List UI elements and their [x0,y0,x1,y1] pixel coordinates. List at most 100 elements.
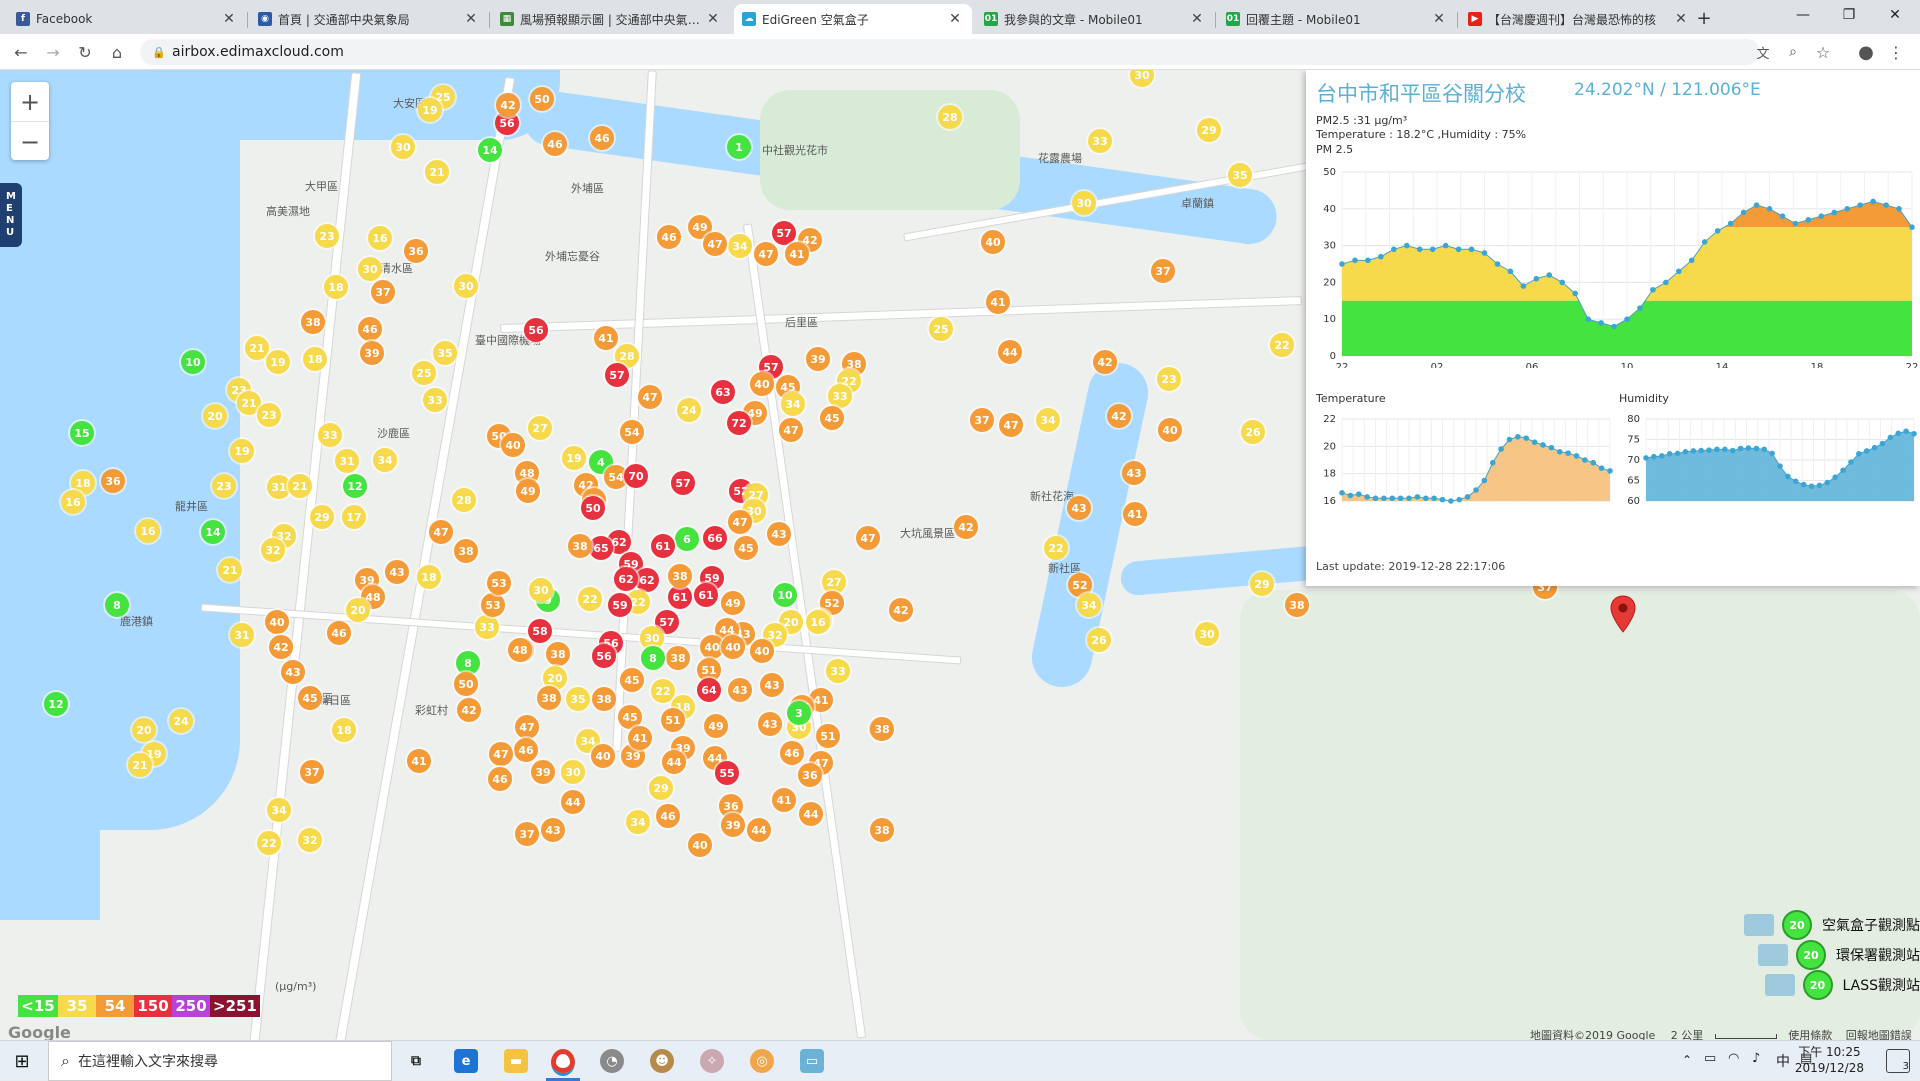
notification-center-icon[interactable]: 3 [1886,1049,1910,1073]
station-marker[interactable]: 28 [938,105,962,129]
app-character-icon[interactable]: ☻ [650,1049,674,1073]
station-marker[interactable]: 61 [694,583,718,607]
station-marker[interactable]: 47 [489,742,513,766]
station-marker[interactable]: 30 [561,760,585,784]
station-marker[interactable]: 44 [998,340,1022,364]
station-marker[interactable]: 34 [1077,593,1101,617]
station-marker[interactable]: 10 [181,350,205,374]
browser-tab[interactable]: f Facebook ✕ [8,4,246,34]
station-marker[interactable]: 66 [703,526,727,550]
station-marker[interactable]: 46 [543,132,567,156]
station-marker[interactable]: 42 [954,515,978,539]
station-marker[interactable]: 16 [368,226,392,250]
zoom-out-button[interactable]: − [11,122,49,161]
app-window-icon[interactable]: ▭ [800,1049,824,1073]
file-explorer-icon[interactable]: ▬ [504,1049,528,1073]
tab-close-icon[interactable]: ✕ [1430,11,1448,27]
input-method-indicator[interactable]: 中 [1776,1051,1790,1071]
station-marker[interactable]: 39 [721,813,745,837]
station-marker[interactable]: 29 [1250,572,1274,596]
bookmark-star-icon[interactable]: ☆ [1812,41,1834,63]
station-marker[interactable]: 34 [373,448,397,472]
station-marker[interactable]: 33 [423,388,447,412]
station-marker[interactable]: 44 [662,750,686,774]
station-marker[interactable]: 38 [301,310,325,334]
station-marker[interactable]: 29 [649,776,673,800]
address-bar[interactable]: 🔒 airbox.edimaxcloud.com [140,39,1760,65]
station-marker[interactable]: 18 [417,565,441,589]
station-marker[interactable]: 19 [266,350,290,374]
station-marker[interactable]: 45 [620,668,644,692]
station-marker[interactable]: 57 [671,471,695,495]
station-marker[interactable]: 62 [635,568,659,592]
station-marker[interactable]: 40 [1158,418,1182,442]
close-window-button[interactable]: ✕ [1872,0,1918,30]
station-marker[interactable]: 36 [101,469,125,493]
station-marker[interactable]: 24 [169,709,193,733]
station-marker[interactable]: 63 [711,380,735,404]
station-marker[interactable]: 47 [754,242,778,266]
browser-tab[interactable]: 01 我參與的文章 - Mobile01 ✕ [976,4,1214,34]
app-disc-icon[interactable]: ◔ [600,1049,624,1073]
station-marker[interactable]: 25 [929,317,953,341]
station-marker[interactable]: 37 [515,822,539,846]
station-marker[interactable]: 41 [772,788,796,812]
station-marker[interactable]: 18 [303,347,327,371]
station-marker[interactable]: 38 [870,818,894,842]
station-marker[interactable]: 61 [651,534,675,558]
station-marker[interactable]: 40 [981,230,1005,254]
station-marker[interactable]: 41 [785,242,809,266]
restore-button[interactable]: ❐ [1826,0,1872,30]
tray-chevron-icon[interactable]: ⌃ [1682,1053,1692,1067]
station-marker[interactable]: 40 [721,635,745,659]
station-marker[interactable]: 50 [530,87,554,111]
station-marker[interactable]: 14 [478,138,502,162]
station-marker[interactable]: 30 [529,578,553,602]
station-marker[interactable]: 30 [358,257,382,281]
station-marker[interactable]: 40 [688,833,712,857]
station-marker[interactable]: 44 [747,818,771,842]
station-marker[interactable]: 53 [487,571,511,595]
station-marker[interactable]: 53 [481,593,505,617]
report-error-link[interactable]: 回報地圖錯誤 [1846,1029,1912,1040]
station-marker[interactable]: 39 [806,347,830,371]
reload-icon[interactable]: ↻ [74,41,96,63]
terms-link[interactable]: 使用條款 [1788,1029,1832,1040]
station-marker[interactable]: 40 [591,744,615,768]
station-marker[interactable]: 54 [620,420,644,444]
edge-browser-icon[interactable]: e [454,1049,478,1073]
station-marker[interactable]: 47 [999,413,1023,437]
station-marker[interactable]: 35 [566,687,590,711]
station-marker[interactable]: 46 [514,738,538,762]
station-marker[interactable]: 42 [889,598,913,622]
station-marker[interactable]: 23 [315,224,339,248]
station-marker[interactable]: 42 [1107,404,1131,428]
station-marker[interactable]: 21 [128,753,152,777]
station-marker[interactable]: 14 [201,520,225,544]
selected-location-pin-icon[interactable] [1610,595,1636,635]
station-marker[interactable]: 39 [360,341,384,365]
station-marker[interactable]: 72 [727,411,751,435]
station-marker[interactable]: 28 [452,488,476,512]
station-marker[interactable]: 34 [781,392,805,416]
station-marker[interactable]: 47 [515,715,539,739]
station-marker[interactable]: 33 [828,384,852,408]
station-marker[interactable]: 50 [581,496,605,520]
task-view-icon[interactable]: ⧉ [404,1049,428,1073]
station-marker[interactable]: 47 [638,385,662,409]
station-marker[interactable]: 36 [798,763,822,787]
station-marker[interactable]: 29 [1197,118,1221,142]
station-marker[interactable]: 1 [727,135,751,159]
station-marker[interactable]: 55 [715,761,739,785]
station-marker[interactable]: 50 [454,672,478,696]
station-marker[interactable]: 31 [230,623,254,647]
station-marker[interactable]: 24 [677,398,701,422]
station-marker[interactable]: 59 [608,593,632,617]
station-marker[interactable]: 23 [257,403,281,427]
station-marker[interactable]: 44 [561,790,585,814]
station-marker[interactable]: 37 [300,760,324,784]
station-marker[interactable]: 38 [668,564,692,588]
station-marker[interactable]: 30 [1072,191,1096,215]
station-marker[interactable]: 30 [1195,622,1219,646]
windows-start-icon[interactable]: ⊞ [10,1049,34,1073]
